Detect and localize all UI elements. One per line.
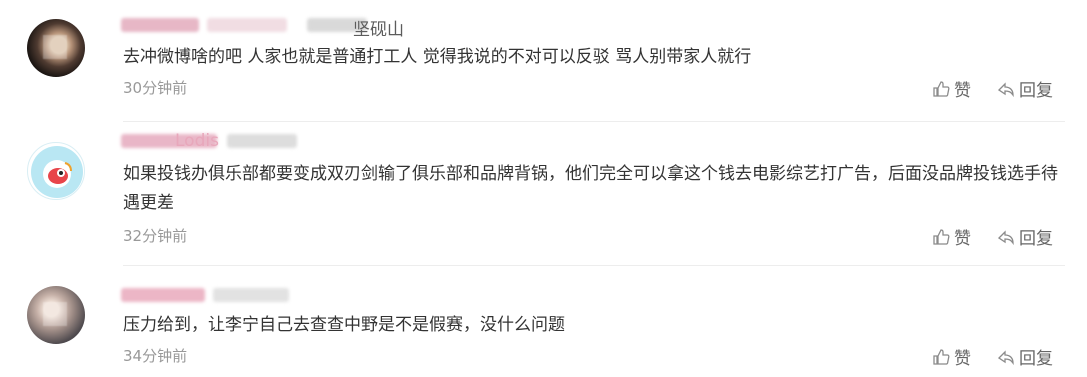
like-label: 赞 [954, 229, 971, 249]
thumbs-up-icon [933, 80, 950, 97]
username[interactable]: Lodis [175, 131, 219, 151]
comment-actions: 赞 回复 [906, 344, 1053, 369]
comment-actions: 赞 回复 [906, 76, 1053, 101]
reply-label: 回复 [1019, 229, 1053, 249]
reply-arrow-icon [997, 349, 1014, 365]
avatar[interactable] [27, 19, 85, 77]
avatar[interactable] [27, 286, 85, 344]
username-row[interactable]: Lodis [121, 131, 361, 152]
comment-actions: 赞 回复 [906, 224, 1053, 249]
username-row[interactable] [121, 288, 311, 306]
like-button[interactable]: 赞 [932, 76, 971, 101]
comment-text: 去冲微博啥的吧 人家也就是普通打工人 觉得我说的不对可以反驳 骂人别带家人就行 [123, 47, 752, 67]
like-button[interactable]: 赞 [932, 224, 971, 249]
reply-arrow-icon [997, 81, 1014, 97]
like-button[interactable]: 赞 [932, 344, 971, 369]
reply-button[interactable]: 回复 [997, 76, 1053, 101]
avatar[interactable] [27, 142, 85, 200]
reply-button[interactable]: 回复 [997, 344, 1053, 369]
timestamp: 32分钟前 [123, 227, 188, 245]
timestamp: 34分钟前 [123, 347, 188, 365]
comment-text: 如果投钱办俱乐部都要变成双刃剑输了俱乐部和品牌背锅，他们完全可以拿这个钱去电影综… [123, 164, 1058, 213]
divider [123, 265, 1065, 266]
comment-text: 压力给到，让李宁自己去查查中野是不是假赛，没什么问题 [123, 315, 565, 335]
like-label: 赞 [954, 81, 971, 101]
weibo-logo-icon [31, 146, 83, 198]
divider [123, 121, 1065, 122]
reply-label: 回复 [1019, 349, 1053, 369]
reply-button[interactable]: 回复 [997, 224, 1053, 249]
thumbs-up-icon [933, 348, 950, 365]
like-label: 赞 [954, 349, 971, 369]
reply-label: 回复 [1019, 81, 1053, 101]
timestamp: 30分钟前 [123, 79, 188, 97]
username[interactable]: 坚砚山 [353, 15, 404, 40]
username-row[interactable]: 坚砚山 [121, 18, 421, 40]
thumbs-up-icon [933, 228, 950, 245]
reply-arrow-icon [997, 229, 1014, 245]
